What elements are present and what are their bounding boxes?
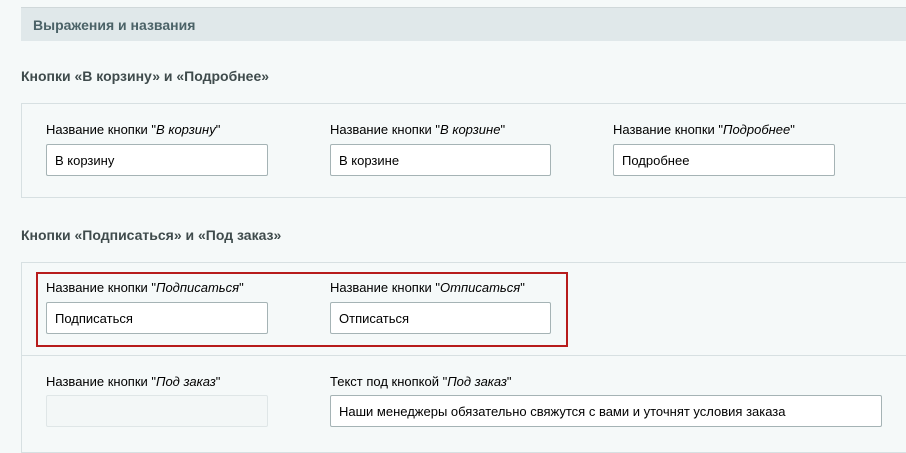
unsubscribe-input[interactable] bbox=[330, 302, 551, 334]
pre-order-label: Название кнопки "Под заказ" bbox=[46, 374, 221, 389]
panel-row-divider bbox=[21, 355, 906, 356]
pre-order-note-input[interactable] bbox=[330, 395, 882, 427]
add-to-cart-label: Название кнопки "В корзину" bbox=[46, 122, 221, 137]
section-title-subscribe-buttons: Кнопки «Подписаться» и «Под заказ» bbox=[21, 227, 282, 243]
subscribe-label: Название кнопки "Подписаться" bbox=[46, 280, 244, 295]
pre-order-note-label: Текст под кнопкой "Под заказ" bbox=[330, 374, 512, 389]
details-label: Название кнопки "Подробнее" bbox=[613, 122, 795, 137]
details-input[interactable] bbox=[613, 144, 835, 176]
in-cart-label: Название кнопки "В корзине" bbox=[330, 122, 506, 137]
section-title-cart-buttons: Кнопки «В корзину» и «Подробнее» bbox=[21, 68, 270, 84]
settings-group-header[interactable]: Выражения и названия bbox=[21, 7, 906, 41]
settings-group-title: Выражения и названия bbox=[33, 17, 196, 33]
add-to-cart-input[interactable] bbox=[46, 144, 268, 176]
in-cart-input[interactable] bbox=[330, 144, 551, 176]
unsubscribe-label: Название кнопки "Отписаться" bbox=[330, 280, 525, 295]
pre-order-input[interactable] bbox=[46, 395, 268, 427]
subscribe-input[interactable] bbox=[46, 302, 268, 334]
